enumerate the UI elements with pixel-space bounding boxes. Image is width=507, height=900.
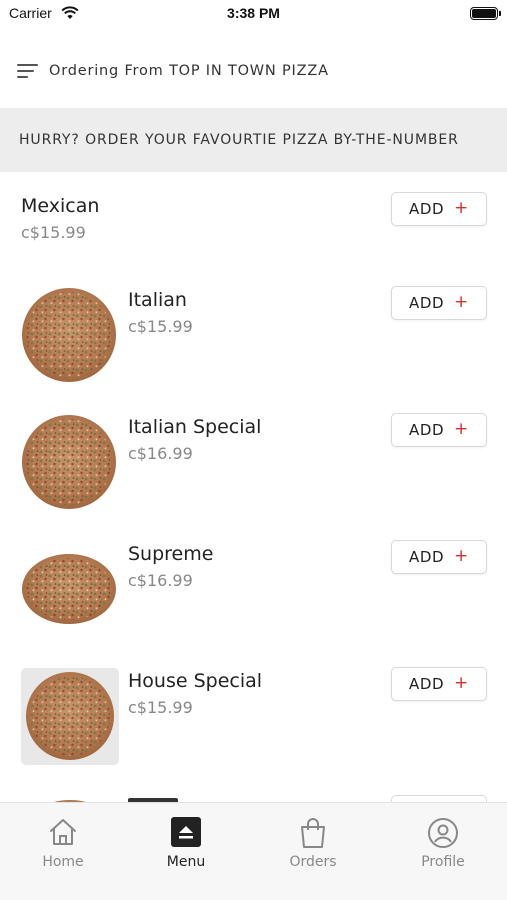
tab-bar: Home Menu Orders Profile bbox=[0, 802, 507, 900]
item-price: c$15.99 bbox=[128, 698, 193, 717]
item-price: c$15.99 bbox=[21, 223, 86, 242]
header-title: Ordering From TOP IN TOWN PIZZA bbox=[49, 63, 329, 79]
tab-label: Profile bbox=[421, 854, 465, 870]
add-label: ADD bbox=[409, 675, 445, 693]
menu-lines-icon[interactable] bbox=[17, 64, 39, 80]
pizza-image bbox=[22, 554, 116, 624]
banner-text: HURRY? ORDER YOUR FAVOURTIE PIZZA BY-THE… bbox=[19, 132, 459, 148]
tab-label: Menu bbox=[166, 854, 206, 870]
item-name: Italian bbox=[128, 289, 187, 311]
add-label: ADD bbox=[409, 548, 445, 566]
add-label: ADD bbox=[409, 294, 445, 312]
plus-icon: + bbox=[454, 419, 469, 439]
add-label: ADD bbox=[409, 200, 445, 218]
shopping-bag-icon bbox=[301, 818, 325, 848]
add-button-partial bbox=[391, 795, 487, 802]
menu-item-partial bbox=[0, 794, 507, 802]
item-price: c$15.99 bbox=[128, 317, 193, 336]
add-label: ADD bbox=[409, 421, 445, 439]
item-name: Supreme bbox=[128, 543, 214, 565]
item-name: Italian Special bbox=[128, 416, 262, 438]
add-button[interactable]: ADD + bbox=[391, 192, 487, 226]
add-button[interactable]: ADD + bbox=[391, 540, 487, 574]
tab-orders[interactable]: Orders bbox=[250, 803, 376, 900]
order-by-number-banner[interactable]: HURRY? ORDER YOUR FAVOURTIE PIZZA BY-THE… bbox=[0, 108, 507, 172]
tab-label: Home bbox=[42, 854, 84, 870]
tab-label: Orders bbox=[289, 854, 337, 870]
item-name: House Special bbox=[128, 670, 263, 692]
pizza-image bbox=[21, 668, 119, 765]
plus-icon: + bbox=[454, 546, 469, 566]
pizza-image bbox=[22, 415, 116, 509]
status-bar: Carrier 3:38 PM bbox=[0, 0, 507, 30]
pizza-image bbox=[22, 288, 116, 382]
tab-home[interactable]: Home bbox=[0, 803, 126, 900]
item-name: Mexican bbox=[21, 195, 100, 217]
add-button[interactable]: ADD + bbox=[391, 667, 487, 701]
user-icon bbox=[428, 818, 458, 848]
plus-icon: + bbox=[454, 198, 469, 218]
status-time: 3:38 PM bbox=[227, 5, 280, 21]
tab-profile[interactable]: Profile bbox=[380, 803, 506, 900]
menu-icon bbox=[171, 817, 201, 847]
header: Ordering From TOP IN TOWN PIZZA bbox=[0, 50, 507, 94]
item-price: c$16.99 bbox=[128, 571, 193, 590]
add-button[interactable]: ADD + bbox=[391, 413, 487, 447]
add-button[interactable]: ADD + bbox=[391, 286, 487, 320]
plus-icon: + bbox=[454, 673, 469, 693]
plus-icon: + bbox=[454, 292, 469, 312]
battery-icon bbox=[470, 7, 501, 20]
tab-menu[interactable]: Menu bbox=[123, 803, 249, 900]
item-price: c$16.99 bbox=[128, 444, 193, 463]
home-icon bbox=[50, 819, 76, 845]
